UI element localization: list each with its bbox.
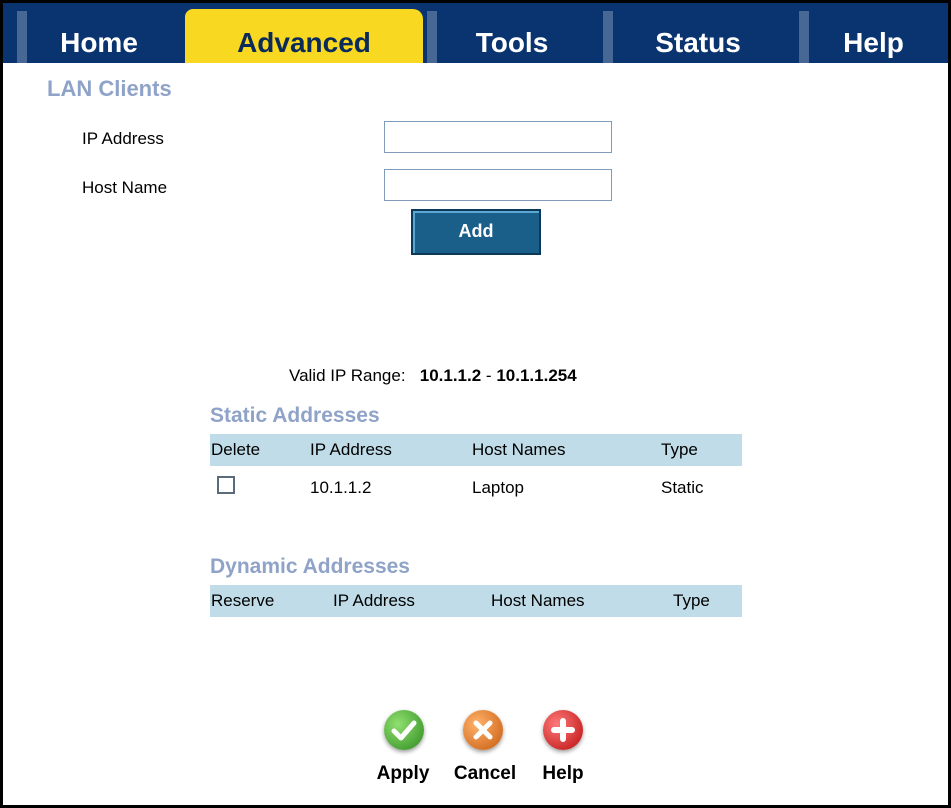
host-name-input[interactable] — [384, 169, 612, 201]
valid-ip-range: Valid IP Range: 10.1.1.2 - 10.1.1.254 — [289, 366, 577, 386]
tab-tools-label: Tools — [475, 27, 549, 58]
ip-address-input[interactable] — [384, 121, 612, 153]
plus-icon[interactable] — [543, 710, 583, 750]
valid-ip-range-label: Valid IP Range: — [289, 366, 406, 385]
tab-home-label: Home — [60, 27, 138, 58]
host-name-label: Host Name — [82, 178, 168, 197]
static-header-ip: IP Address — [310, 440, 392, 459]
top-navigation-tabs: Home Advanced Tools Status Help — [3, 3, 948, 63]
tab-home[interactable]: Home — [17, 11, 181, 63]
tab-advanced-label: Advanced — [237, 27, 371, 58]
static-header-type: Type — [661, 440, 698, 459]
page-frame: Home Advanced Tools Status Help LAN Clie… — [0, 0, 951, 808]
cancel-label[interactable]: Cancel — [445, 763, 525, 785]
dynamic-header-type: Type — [673, 591, 710, 610]
tab-status[interactable]: Status — [603, 11, 793, 63]
tab-status-label: Status — [655, 27, 741, 58]
add-button[interactable]: Add — [411, 209, 541, 255]
static-header-delete: Delete — [211, 440, 261, 459]
dynamic-addresses-title: Dynamic Addresses — [210, 555, 410, 578]
tab-tools[interactable]: Tools — [427, 11, 597, 63]
tab-help-label: Help — [843, 27, 904, 58]
tab-help[interactable]: Help — [799, 11, 948, 63]
valid-ip-range-separator: - — [485, 366, 492, 385]
static-row-ip: 10.1.1.2 — [310, 478, 372, 497]
checkmark-icon[interactable] — [384, 710, 424, 750]
valid-ip-range-end: 10.1.1.254 — [496, 366, 577, 385]
tab-advanced[interactable]: Advanced — [185, 9, 423, 63]
dynamic-header-ip: IP Address — [333, 591, 415, 610]
help-label[interactable]: Help — [533, 763, 593, 785]
static-row-host: Laptop — [472, 478, 524, 497]
valid-ip-range-start: 10.1.1.2 — [419, 366, 482, 385]
static-row-type: Static — [661, 478, 704, 497]
ip-address-label: IP Address — [82, 129, 164, 148]
dynamic-header-reserve: Reserve — [211, 591, 275, 610]
dynamic-table-header: Reserve IP Address Host Names Type — [210, 585, 742, 617]
apply-label[interactable]: Apply — [368, 763, 438, 785]
static-table-header: Delete IP Address Host Names Type — [210, 434, 742, 466]
lan-clients-title: LAN Clients — [47, 76, 172, 101]
static-addresses-title: Static Addresses — [210, 404, 380, 427]
cross-icon[interactable] — [463, 710, 503, 750]
dynamic-header-host: Host Names — [491, 591, 585, 610]
static-header-host: Host Names — [472, 440, 566, 459]
delete-checkbox[interactable] — [217, 476, 235, 494]
